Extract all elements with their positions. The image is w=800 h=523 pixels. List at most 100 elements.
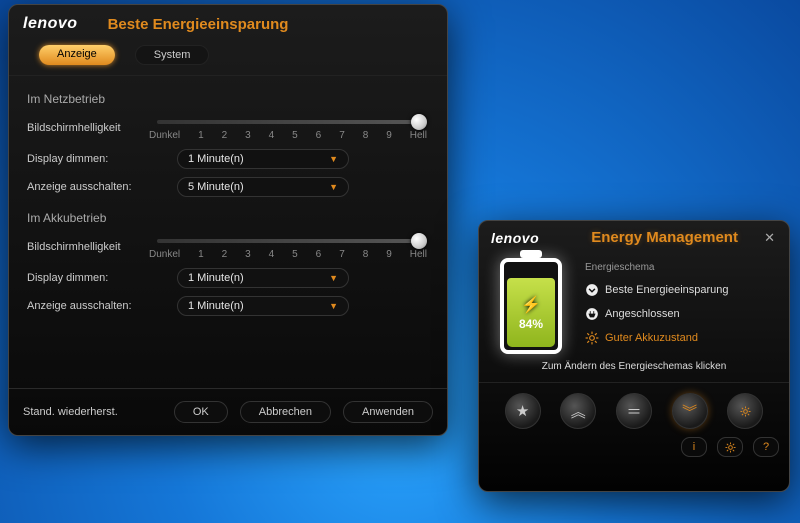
lenovo-logo: lenovo <box>491 230 539 246</box>
row-brightness-battery: Bildschirmhelligkeit Dunkel 1 2 3 4 5 6 7 8 9 Hell <box>27 233 429 260</box>
widget-body: ⚡ 84% Energieschema Beste Energieeinspar… <box>479 250 789 355</box>
slider-track[interactable] <box>157 239 419 243</box>
slider-tick: 3 <box>245 249 251 260</box>
gear-icon <box>725 442 736 453</box>
ok-button[interactable]: OK <box>174 401 228 423</box>
dropdown-value: 5 Minute(n) <box>188 181 244 193</box>
group-title-battery: Im Akkubetrieb <box>27 211 429 225</box>
slider-tick: 8 <box>363 249 369 260</box>
slider-tick: 2 <box>222 249 228 260</box>
cancel-button[interactable]: Abbrechen <box>240 401 331 423</box>
plug-icon <box>585 307 599 321</box>
slider-tick: Hell <box>410 249 427 260</box>
chevron-down-icon: ▼ <box>329 182 338 192</box>
scheme-powersaver-button[interactable]: ︾ <box>672 393 708 429</box>
bolt-icon: ⚡ <box>521 295 541 315</box>
label-dim-plugged: Display dimmen: <box>27 153 147 165</box>
close-button[interactable]: ✕ <box>760 230 779 246</box>
chevron-down-circle-icon <box>585 283 599 297</box>
health-text: Guter Akkuzustand <box>605 332 698 344</box>
slider-tick: 2 <box>222 130 228 141</box>
group-title-plugged: Im Netzbetrieb <box>27 92 429 106</box>
tab-system[interactable]: System <box>135 45 210 65</box>
chevron-down-icon: ▼ <box>329 154 338 164</box>
row-off-plugged: Anzeige ausschalten: 5 Minute(n) ▼ <box>27 177 429 197</box>
row-off-battery: Anzeige ausschalten: 1 Minute(n) ▼ <box>27 296 429 316</box>
tab-display[interactable]: Anzeige <box>39 45 115 65</box>
dropdown-value: 1 Minute(n) <box>188 153 244 165</box>
dropdown-off-plugged[interactable]: 5 Minute(n) ▼ <box>177 177 349 197</box>
slider-tick: Dunkel <box>149 249 180 260</box>
plugged-line: Angeschlossen <box>585 307 777 321</box>
label-off-battery: Anzeige ausschalten: <box>27 300 147 312</box>
dropdown-dim-plugged[interactable]: 1 Minute(n) ▼ <box>177 149 349 169</box>
slider-tick: 7 <box>339 130 345 141</box>
chevron-down-icon: ▼ <box>329 273 338 283</box>
slider-track[interactable] <box>157 120 419 124</box>
power-settings-window: lenovo Beste Energieeinsparung Anzeige S… <box>8 4 448 436</box>
slider-tick: 8 <box>363 130 369 141</box>
battery-fill: ⚡ 84% <box>507 278 555 347</box>
status-column: Energieschema Beste Energieeinsparung An… <box>585 258 777 355</box>
slider-tick: 6 <box>316 249 322 260</box>
slider-tick: 4 <box>269 249 275 260</box>
slider-tick: 4 <box>269 130 275 141</box>
dropdown-off-battery[interactable]: 1 Minute(n) ▼ <box>177 296 349 316</box>
label-off-plugged: Anzeige ausschalten: <box>27 181 147 193</box>
row-brightness-plugged: Bildschirmhelligkeit Dunkel123456789Hell <box>27 114 429 141</box>
slider-ticks-battery: Dunkel 1 2 3 4 5 6 7 8 9 Hell <box>149 249 427 260</box>
restore-defaults-button[interactable]: Stand. wiederherst. <box>23 406 118 418</box>
scheme-star-button[interactable]: ★ <box>505 393 541 429</box>
dropdown-value: 1 Minute(n) <box>188 272 244 284</box>
dropdown-value: 1 Minute(n) <box>188 300 244 312</box>
battery-graphic: ⚡ 84% <box>491 258 571 355</box>
health-line: Guter Akkuzustand <box>585 331 777 345</box>
plugged-text: Angeschlossen <box>605 308 680 320</box>
dropdown-dim-battery[interactable]: 1 Minute(n) ▼ <box>177 268 349 288</box>
brightness-slider-plugged[interactable]: Dunkel 1 2 3 4 5 6 7 8 9 Hell <box>147 114 429 141</box>
slider-tick: Hell <box>410 130 427 141</box>
energy-management-widget: lenovo Energy Management ✕ ⚡ 84% Energie… <box>478 220 790 492</box>
scheme-name: Beste Energieeinsparung <box>605 284 729 296</box>
label-brightness-battery: Bildschirmhelligkeit <box>27 241 147 253</box>
slider-tick: 9 <box>386 130 392 141</box>
tabs: Anzeige System <box>9 39 447 76</box>
settings-header: lenovo Beste Energieeinsparung <box>9 5 447 39</box>
settings-body: Im Netzbetrieb Bildschirmhelligkeit Dunk… <box>9 76 447 316</box>
gear-icon <box>740 406 751 417</box>
slider-tick: 7 <box>339 249 345 260</box>
slider-tick: Dunkel <box>149 130 180 141</box>
battery-percent: 84% <box>519 317 543 331</box>
settings-button[interactable] <box>717 437 743 457</box>
label-dim-battery: Display dimmen: <box>27 272 147 284</box>
slider-tick: 6 <box>316 130 322 141</box>
brightness-slider-battery[interactable]: Dunkel 1 2 3 4 5 6 7 8 9 Hell <box>147 233 429 260</box>
slider-tick: 5 <box>292 130 298 141</box>
slider-tick: 9 <box>386 249 392 260</box>
row-dim-plugged: Display dimmen: 1 Minute(n) ▼ <box>27 149 429 169</box>
scheme-line[interactable]: Beste Energieeinsparung <box>585 283 777 297</box>
scheme-performance-button[interactable]: ︽ <box>560 393 596 429</box>
slider-tick: 1 <box>198 249 204 260</box>
scheme-buttons: ★ ︽ ＝ ︾ <box>479 382 789 433</box>
help-button[interactable]: ? <box>753 437 779 457</box>
slider-ticks-plugged: Dunkel 1 2 3 4 5 6 7 8 9 Hell <box>149 130 427 141</box>
slider-tick: 1 <box>198 130 204 141</box>
scheme-hint: Zum Ändern des Energieschemas klicken <box>479 361 789 372</box>
scheme-balanced-button[interactable]: ＝ <box>616 393 652 429</box>
apply-button[interactable]: Anwenden <box>343 401 433 423</box>
widget-header: lenovo Energy Management ✕ <box>479 221 789 250</box>
chevron-down-icon: ▼ <box>329 301 338 311</box>
gear-icon <box>585 331 599 345</box>
battery-icon: ⚡ 84% <box>500 258 562 354</box>
slider-tick: 3 <box>245 130 251 141</box>
slider-thumb[interactable] <box>411 114 427 130</box>
widget-mini-toolbar: i ? <box>479 433 789 465</box>
settings-footer: Stand. wiederherst. OK Abbrechen Anwende… <box>9 388 447 435</box>
lenovo-logo: lenovo <box>23 15 78 33</box>
slider-tick: 5 <box>292 249 298 260</box>
slider-thumb[interactable] <box>411 233 427 249</box>
scheme-custom-button[interactable] <box>727 393 763 429</box>
info-button[interactable]: i <box>681 437 707 457</box>
widget-title: Energy Management <box>569 229 760 246</box>
